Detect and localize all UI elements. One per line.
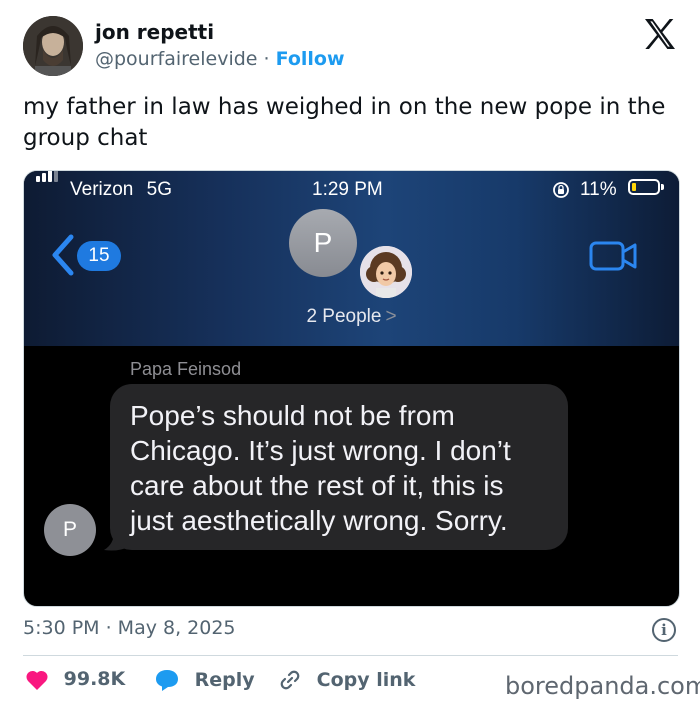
watermark: boredpanda.com (505, 672, 700, 700)
sender-name: Papa Feinsod (130, 359, 242, 379)
battery-icon (628, 179, 660, 195)
carrier-name: Verizon (70, 179, 134, 200)
heart-icon (26, 670, 48, 690)
chevron-right-icon: > (385, 306, 397, 327)
network-type: 5G (146, 179, 173, 200)
imessage-header: Verizon 5G 1:29 PM 11% 15 P 2 People > (24, 171, 679, 346)
divider (23, 655, 678, 656)
group-members-link[interactable]: 2 People > (24, 306, 679, 328)
author-handle[interactable]: @pourfairelevide (95, 48, 257, 70)
author-name[interactable]: jon repetti (95, 20, 214, 44)
copy-link-button[interactable]: Copy link (278, 668, 415, 692)
message-line: just aesthetically wrong. Sorry. (130, 505, 508, 536)
like-button[interactable]: 99.8K (25, 668, 125, 691)
message-line: care about the rest of it, this is (130, 470, 504, 501)
tweet-card: jon repetti @pourfairelevide · Follow my… (0, 0, 700, 707)
reply-button[interactable]: Reply (154, 668, 255, 692)
tweet-timestamp[interactable]: 5:30 PM · May 8, 2025 (23, 617, 236, 639)
sender-avatar[interactable]: P (44, 504, 96, 556)
message-line: Pope’s should not be from (130, 400, 455, 431)
info-icon[interactable]: i (652, 618, 676, 642)
status-time: 1:29 PM (312, 179, 383, 200)
status-carrier: Verizon 5G (70, 179, 172, 201)
group-avatar[interactable]: P (289, 209, 357, 277)
unread-count-badge[interactable]: 15 (77, 241, 121, 271)
author-handle-row: @pourfairelevide · Follow (95, 48, 345, 70)
message-bubble[interactable]: Pope’s should not be from Chicago. It’s … (110, 384, 568, 550)
video-camera-icon[interactable] (589, 239, 639, 273)
battery-percent: 11% (580, 179, 617, 200)
rotation-lock-icon (553, 182, 569, 198)
author-avatar[interactable] (23, 16, 83, 76)
follow-button[interactable]: Follow (276, 48, 345, 70)
memoji-avatar[interactable] (360, 246, 412, 298)
tweet-text: my father in law has weighed in on the n… (23, 94, 666, 151)
like-count: 99.8K (63, 668, 126, 690)
reply-label: Reply (194, 668, 255, 691)
copy-link-label: Copy link (316, 668, 416, 691)
link-icon (280, 670, 300, 690)
x-logo-icon[interactable] (640, 14, 680, 54)
tweet-media-screenshot[interactable]: Verizon 5G 1:29 PM 11% 15 P 2 People > P… (23, 170, 680, 607)
separator-dot: · (263, 48, 270, 70)
battery-nub (661, 184, 664, 190)
group-label: 2 People (306, 306, 382, 327)
reply-bubble-icon (156, 670, 178, 691)
message-line: Chicago. It’s just wrong. I don’t (130, 435, 511, 466)
